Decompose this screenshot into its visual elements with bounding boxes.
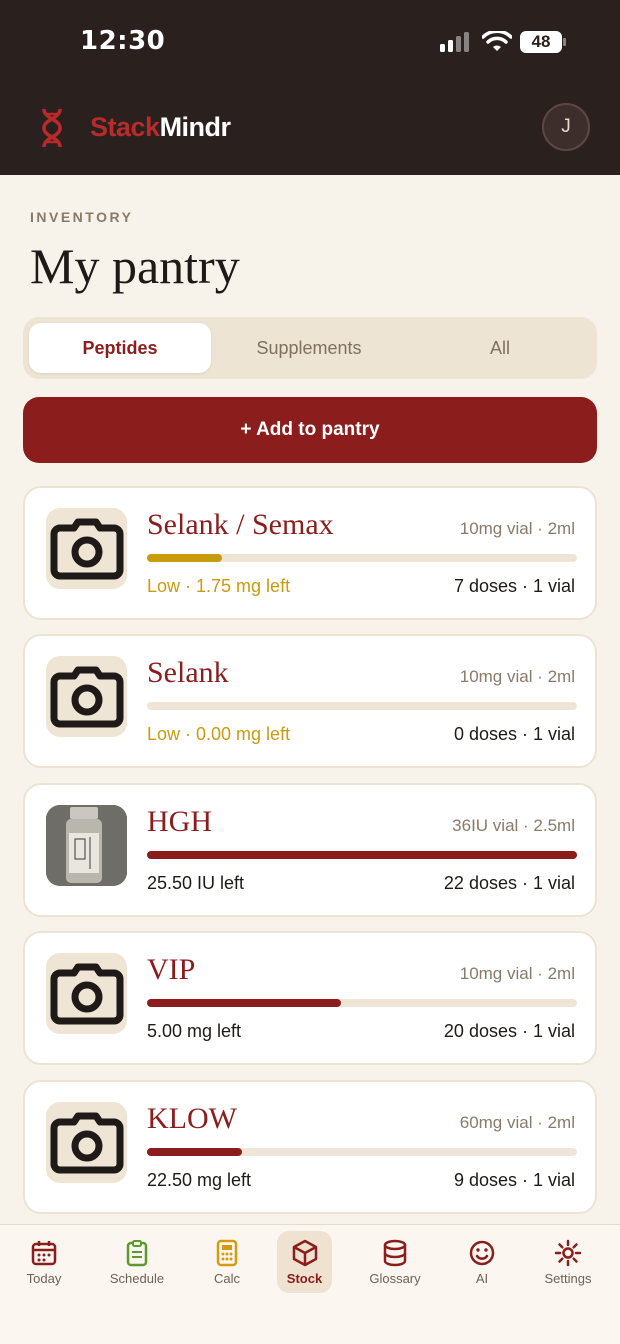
stock-level-bar xyxy=(147,1148,577,1156)
tab-settings[interactable]: Settings xyxy=(533,1231,603,1293)
stock-level-bar xyxy=(147,851,577,859)
tab-label: Calc xyxy=(213,1271,240,1286)
tab-stock[interactable]: Stock xyxy=(277,1231,332,1293)
database-icon xyxy=(383,1239,407,1267)
item-name: Selank xyxy=(147,656,229,689)
tab-label: Today xyxy=(26,1271,62,1286)
dna-logo-icon xyxy=(42,108,62,148)
camera-glyph xyxy=(50,963,123,1024)
inventory-card[interactable]: Selank 10mg vial · 2ml Low · 0.00 mg lef… xyxy=(23,634,597,768)
brand-logo: StackMindr xyxy=(90,112,231,143)
page-title: My pantry xyxy=(30,238,240,294)
item-spec: 10mg vial · 2ml xyxy=(459,519,575,538)
wifi-icon xyxy=(482,31,512,51)
signal-icon xyxy=(440,32,469,52)
item-name: VIP xyxy=(147,953,196,986)
segment-supplements[interactable]: Supplements xyxy=(219,323,399,373)
item-name: KLOW xyxy=(147,1102,237,1135)
app-header: StackMindr J xyxy=(0,90,620,175)
item-doses: 7 doses · 1 vial xyxy=(453,576,575,596)
battery-tip xyxy=(563,38,566,46)
vial-image xyxy=(46,805,127,886)
tab-glossary[interactable]: Glossary xyxy=(360,1231,430,1293)
brand-text-mindr: Mindr xyxy=(159,112,232,142)
item-spec: 10mg vial · 2ml xyxy=(459,667,575,686)
bottom-tab-bar: Today Schedule Calc Stock Glossary AI Se… xyxy=(0,1224,620,1344)
item-remaining: 25.50 IU left xyxy=(147,873,245,893)
item-spec: 10mg vial · 2ml xyxy=(459,964,575,983)
smiley-icon xyxy=(469,1240,495,1266)
box-icon xyxy=(292,1239,317,1267)
item-spec: 36IU vial · 2.5ml xyxy=(452,816,575,835)
tab-ai[interactable]: AI xyxy=(447,1231,517,1293)
item-doses: 20 doses · 1 vial xyxy=(443,1021,575,1041)
status-time: 12:30 xyxy=(80,26,166,56)
segment-all[interactable]: All xyxy=(409,323,591,373)
battery-level: 48 xyxy=(531,32,551,51)
tab-label: AI xyxy=(475,1271,489,1286)
stock-level-bar xyxy=(147,554,577,562)
segment-peptides[interactable]: Peptides xyxy=(29,323,211,373)
tab-label: Stock xyxy=(286,1271,323,1286)
gear-icon xyxy=(554,1239,582,1267)
item-name: Selank / Semax xyxy=(147,508,334,541)
item-name: HGH xyxy=(147,805,212,838)
stock-level-fill xyxy=(147,851,577,859)
item-remaining: Low · 1.75 mg left xyxy=(147,576,291,596)
inventory-card[interactable]: HGH 36IU vial · 2.5ml 25.50 IU left 22 d… xyxy=(23,783,597,917)
tab-today[interactable]: Today xyxy=(9,1231,79,1293)
avatar[interactable]: J xyxy=(542,103,590,151)
stock-level-fill xyxy=(147,999,341,1007)
tab-schedule[interactable]: Schedule xyxy=(102,1231,172,1293)
calendar-icon xyxy=(31,1241,57,1266)
item-doses: 22 doses · 1 vial xyxy=(443,873,575,893)
camera-icon[interactable] xyxy=(46,656,127,737)
battery-icon: 48 xyxy=(520,31,562,53)
vial-photo[interactable] xyxy=(46,805,127,886)
camera-icon[interactable] xyxy=(46,508,127,589)
tab-label: Glossary xyxy=(369,1271,421,1286)
add-to-pantry-button[interactable]: + Add to pantry xyxy=(23,397,597,463)
camera-icon[interactable] xyxy=(46,1102,127,1183)
inventory-card[interactable]: Selank / Semax 10mg vial · 2ml Low · 1.7… xyxy=(23,486,597,620)
tab-label: Settings xyxy=(544,1271,592,1286)
item-doses: 0 doses · 1 vial xyxy=(453,724,575,744)
inventory-card[interactable]: VIP 10mg vial · 2ml 5.00 mg left 20 dose… xyxy=(23,931,597,1065)
inventory-card[interactable]: KLOW 60mg vial · 2ml 22.50 mg left 9 dos… xyxy=(23,1080,597,1214)
category-segmented-control: Peptides Supplements All xyxy=(23,317,597,379)
item-spec: 60mg vial · 2ml xyxy=(459,1113,575,1132)
stock-level-fill xyxy=(147,1148,242,1156)
stock-level-fill xyxy=(147,554,223,562)
camera-icon[interactable] xyxy=(46,953,127,1034)
item-remaining: 22.50 mg left xyxy=(147,1170,252,1190)
brand-text-stack: Stack xyxy=(90,112,160,142)
clipboard-icon xyxy=(126,1240,148,1267)
camera-glyph xyxy=(50,666,123,727)
camera-glyph xyxy=(50,518,123,579)
camera-glyph xyxy=(50,1112,123,1173)
tab-label: Schedule xyxy=(109,1271,165,1286)
stock-level-bar xyxy=(147,702,577,710)
item-remaining: 5.00 mg left xyxy=(147,1021,242,1041)
item-remaining: Low · 0.00 mg left xyxy=(147,724,291,744)
stock-level-bar xyxy=(147,999,577,1007)
calculator-icon xyxy=(216,1239,238,1267)
section-eyebrow: INVENTORY xyxy=(30,209,134,225)
tab-calc[interactable]: Calc xyxy=(192,1231,262,1293)
status-bar: 12:30 48 xyxy=(0,0,620,90)
item-doses: 9 doses · 1 vial xyxy=(453,1170,575,1190)
